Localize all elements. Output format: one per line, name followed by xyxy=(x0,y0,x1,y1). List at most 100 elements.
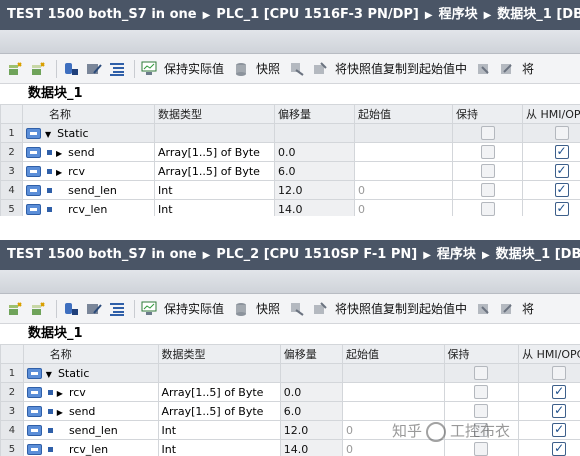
hmi-accessible-checkbox[interactable] xyxy=(552,403,567,418)
hmi-accessible-checkbox[interactable] xyxy=(554,126,569,140)
retain-checkbox[interactable] xyxy=(474,385,489,399)
header-start-value[interactable]: 起始值 xyxy=(341,344,445,364)
breadcrumb-program-blocks[interactable]: 程序块 xyxy=(439,7,478,22)
table-row[interactable]: 2 ▶ rcv Array[1..5] of Byte 0.0 xyxy=(0,382,580,402)
table-row[interactable]: 5▶rcv_lenInt14.00 xyxy=(0,439,580,456)
list-icon[interactable] xyxy=(109,301,125,317)
cell-name[interactable]: ▶send_len xyxy=(22,180,155,200)
snapshot-db-icon[interactable] xyxy=(63,301,79,317)
cell-name[interactable]: ▶ send xyxy=(22,401,159,421)
retain-checkbox[interactable] xyxy=(480,126,495,140)
copy-snapshot-icon[interactable] xyxy=(289,301,305,317)
header-name[interactable]: 名称 xyxy=(22,104,155,124)
breadcrumb-project[interactable]: TEST 1500 both_S7 in one xyxy=(7,247,197,262)
cell-name[interactable]: ▼ Static xyxy=(22,123,155,143)
monitor-icon[interactable] xyxy=(141,301,157,317)
copy-start-icon[interactable] xyxy=(312,301,328,317)
breadcrumb-data-block[interactable]: 数据块_1 [DB3] xyxy=(497,7,580,22)
header-name[interactable]: 名称 xyxy=(22,344,159,364)
breadcrumb-data-block[interactable]: 数据块_1 [DB3] xyxy=(496,247,580,262)
keep-actual-values-button[interactable]: 保持实际值 xyxy=(164,300,224,317)
header-data-type[interactable]: 数据类型 xyxy=(157,344,281,364)
cell-offset[interactable]: 6.0 xyxy=(274,161,355,181)
expand-arrow-icon[interactable]: ▶ xyxy=(56,149,62,158)
row-number[interactable]: 1 xyxy=(0,363,24,383)
snapshot-button[interactable]: 快照 xyxy=(256,300,280,317)
cell-data-type[interactable]: Int xyxy=(157,439,281,456)
cell-start-value[interactable] xyxy=(341,401,445,421)
header-hmi[interactable]: 从 HMI/OPC... xyxy=(522,104,580,124)
cell-offset[interactable] xyxy=(274,123,355,143)
table-row[interactable]: 2 ▶ send Array[1..5] of Byte 0.0 xyxy=(0,142,580,162)
snapshot-button[interactable]: 快照 xyxy=(256,60,280,77)
row-number[interactable]: 2 xyxy=(0,382,24,402)
retain-checkbox[interactable] xyxy=(474,404,489,418)
collapse-arrow-icon[interactable]: ▼ xyxy=(45,130,51,139)
hmi-accessible-checkbox[interactable] xyxy=(554,163,569,178)
breadcrumb-plc[interactable]: PLC_1 [CPU 1516F-3 PN/DP] xyxy=(216,7,419,22)
breadcrumb-plc[interactable]: PLC_2 [CPU 1510SP F-1 PN] xyxy=(216,247,417,262)
copy-start-icon[interactable] xyxy=(312,61,328,77)
load-start-icon[interactable] xyxy=(476,301,492,317)
cell-start-value[interactable] xyxy=(354,161,453,181)
cell-name[interactable]: ▶ send xyxy=(22,142,155,162)
table-row[interactable]: 5▶rcv_lenInt14.00 xyxy=(0,199,580,216)
copy-snapshot-to-start-button[interactable]: 将快照值复制到起始值中 xyxy=(335,300,467,317)
edit-icon[interactable] xyxy=(86,301,102,317)
row-number[interactable]: 3 xyxy=(0,401,24,421)
expand-arrow-icon[interactable]: ▶ xyxy=(57,389,63,398)
cell-data-type[interactable]: Int xyxy=(157,420,281,440)
cell-data-type[interactable] xyxy=(154,123,275,143)
copy-snapshot-icon[interactable] xyxy=(289,61,305,77)
load-actual-icon[interactable] xyxy=(499,61,515,77)
row-number[interactable]: 5 xyxy=(0,199,23,216)
breadcrumb-program-blocks[interactable]: 程序块 xyxy=(437,247,476,262)
table-row[interactable]: 3 ▶ send Array[1..5] of Byte 6.0 xyxy=(0,401,580,421)
cell-offset[interactable]: 0.0 xyxy=(274,142,355,162)
load-start-icon[interactable] xyxy=(476,61,492,77)
cell-start-value[interactable]: 0 xyxy=(354,199,453,216)
add-row-icon[interactable] xyxy=(8,61,24,77)
row-number[interactable]: 5 xyxy=(0,439,24,456)
snapshot-db-icon[interactable] xyxy=(63,61,79,77)
cell-data-type[interactable]: Int xyxy=(154,199,275,216)
retain-checkbox[interactable] xyxy=(480,145,495,159)
cell-offset[interactable]: 14.0 xyxy=(279,439,343,456)
header-offset[interactable]: 偏移量 xyxy=(274,104,355,124)
cell-offset[interactable]: 6.0 xyxy=(279,401,343,421)
retain-checkbox[interactable] xyxy=(480,164,495,178)
cell-data-type[interactable]: Array[1..5] of Byte xyxy=(154,161,275,181)
cell-name[interactable]: ▶rcv_len xyxy=(22,439,159,456)
row-number[interactable]: 2 xyxy=(0,142,23,162)
hmi-accessible-checkbox[interactable] xyxy=(554,201,569,216)
retain-checkbox[interactable] xyxy=(474,366,489,380)
keep-actual-values-button[interactable]: 保持实际值 xyxy=(164,60,224,77)
truncated-toolbar-label[interactable]: 将 xyxy=(522,60,534,77)
cell-data-type[interactable]: Array[1..5] of Byte xyxy=(157,382,281,402)
cell-start-value[interactable] xyxy=(341,363,445,383)
cell-start-value[interactable] xyxy=(354,123,453,143)
row-number[interactable]: 4 xyxy=(0,420,24,440)
header-data-type[interactable]: 数据类型 xyxy=(154,104,275,124)
cell-offset[interactable]: 0.0 xyxy=(279,382,343,402)
header-retain[interactable]: 保持 xyxy=(443,344,520,364)
table-row[interactable]: 3 ▶ rcv Array[1..5] of Byte 6.0 xyxy=(0,161,580,181)
expand-arrow-icon[interactable]: ▶ xyxy=(56,168,62,177)
insert-row-icon[interactable] xyxy=(31,301,47,317)
copy-snapshot-to-start-button[interactable]: 将快照值复制到起始值中 xyxy=(335,60,467,77)
cell-offset[interactable] xyxy=(279,363,343,383)
cell-data-type[interactable] xyxy=(157,363,281,383)
table-row[interactable]: 4▶send_lenInt12.00 xyxy=(0,180,580,200)
hmi-accessible-checkbox[interactable] xyxy=(552,384,567,399)
load-actual-icon[interactable] xyxy=(499,301,515,317)
add-row-icon[interactable] xyxy=(8,301,24,317)
collapse-arrow-icon[interactable]: ▼ xyxy=(46,370,52,379)
cell-offset[interactable]: 12.0 xyxy=(274,180,355,200)
cell-start-value[interactable] xyxy=(354,142,453,162)
cell-start-value[interactable] xyxy=(341,382,445,402)
breadcrumb-project[interactable]: TEST 1500 both_S7 in one xyxy=(7,7,197,22)
table-row[interactable]: 1 ▼ Static xyxy=(0,123,580,143)
list-icon[interactable] xyxy=(109,61,125,77)
retain-checkbox[interactable] xyxy=(480,183,495,197)
cell-name[interactable]: ▼ Static xyxy=(22,363,159,383)
